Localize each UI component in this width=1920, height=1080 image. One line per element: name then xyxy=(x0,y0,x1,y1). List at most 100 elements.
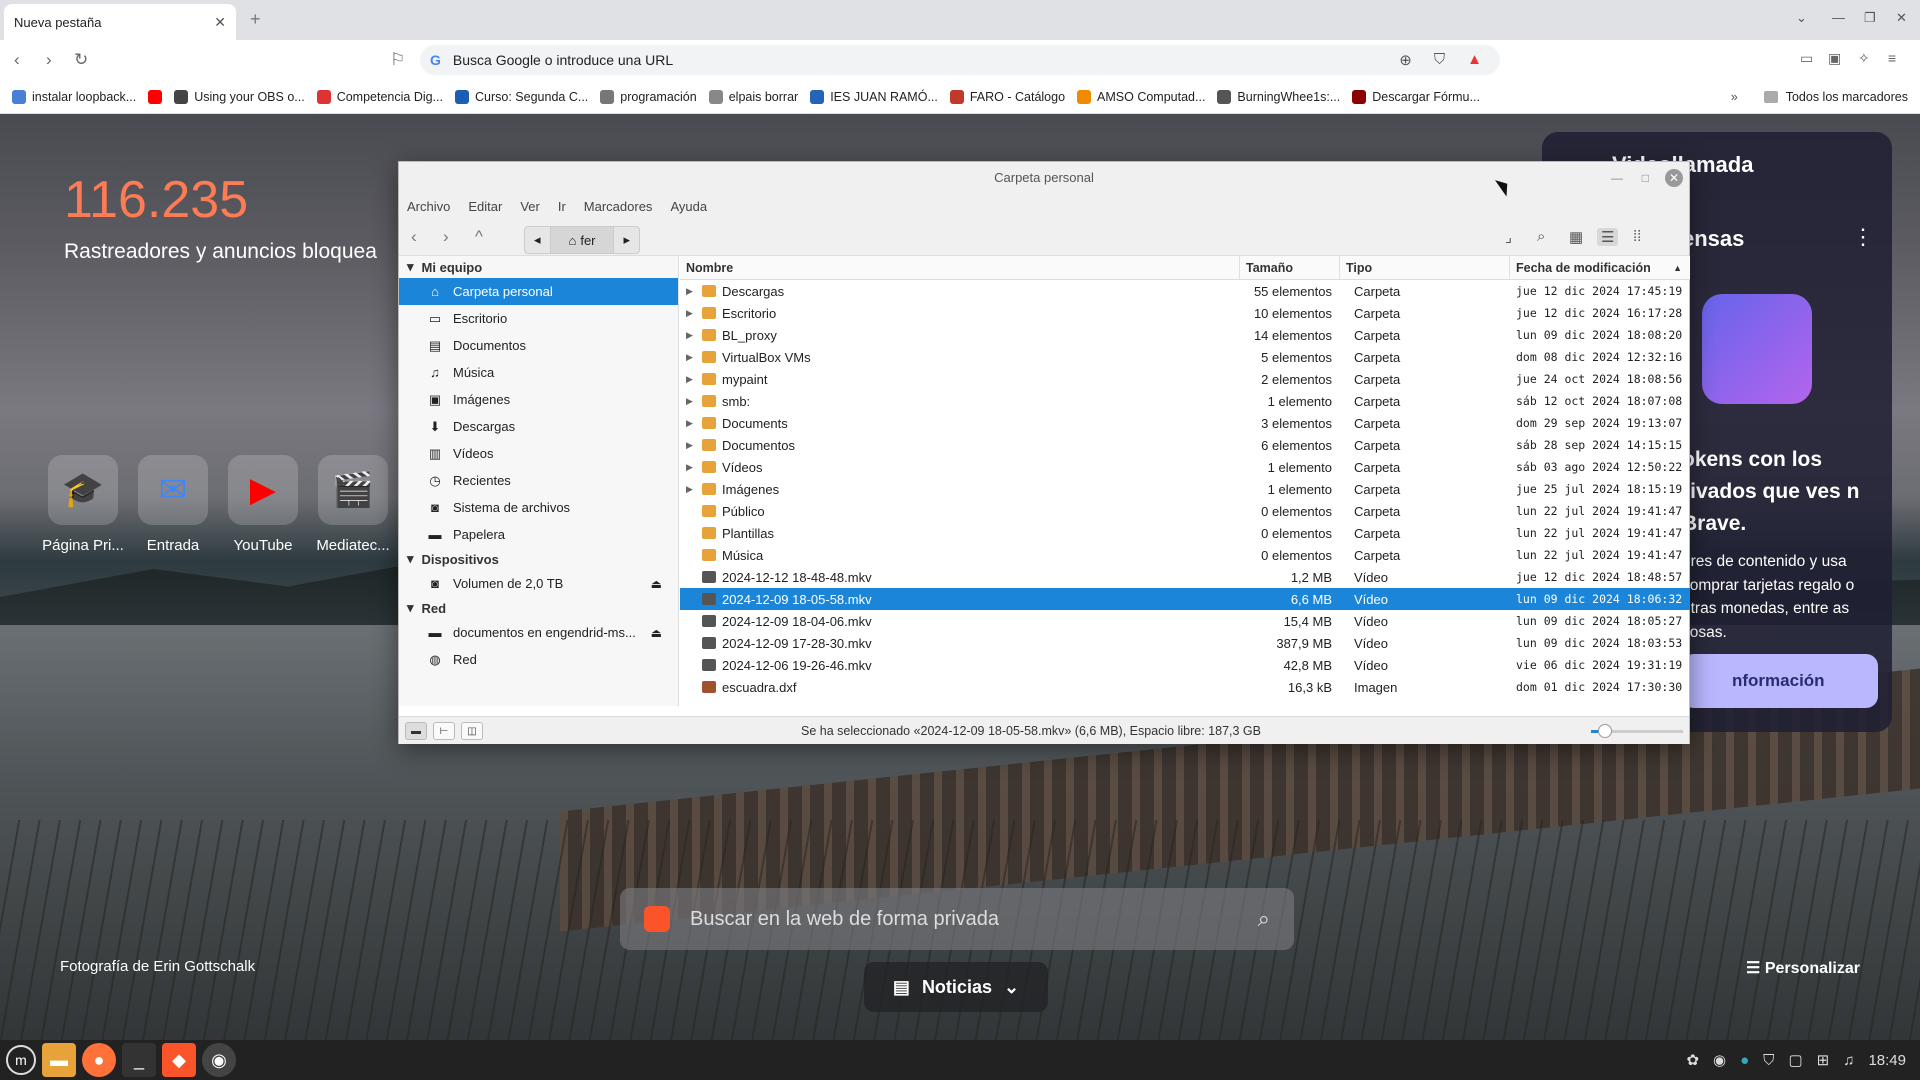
table-row[interactable]: 2024-12-09 18-05-58.mkv 6,6 MB Vídeo lun 09… xyxy=(680,588,1690,610)
tab-new-tab[interactable]: Nueva pestaña ✕ xyxy=(4,4,236,40)
sidebar-item[interactable]: ▤ Documentos xyxy=(399,332,678,359)
bookmark-item[interactable]: elpais borrar xyxy=(708,89,798,104)
clock[interactable]: 18:49 xyxy=(1868,1052,1906,1069)
fm-maximize-icon[interactable]: □ xyxy=(1642,162,1649,194)
more-options-icon[interactable]: ⋮ xyxy=(1852,224,1874,250)
expand-arrow-icon[interactable]: ▶ xyxy=(686,418,696,429)
top-site-tile[interactable]: 🎓 Página Pri... xyxy=(42,455,124,554)
table-row[interactable]: ▶ Vídeos 1 elemento Carpeta sáb 03 ago 2024 … xyxy=(680,456,1690,478)
sidebar-item[interactable]: ◷ Recientes xyxy=(399,467,678,494)
expand-arrow-icon[interactable]: ▶ xyxy=(686,462,696,473)
table-row[interactable]: ▶ Documentos 6 elementos Carpeta sáb 28 sep … xyxy=(680,434,1690,456)
sidebar-item[interactable]: ⬇ Descargas xyxy=(399,413,678,440)
tray-network-icon[interactable]: ⊞ xyxy=(1817,1051,1830,1069)
top-site-tile[interactable]: 🎬 Mediatec... xyxy=(316,455,390,554)
fm-menu-item[interactable]: Ayuda xyxy=(670,199,707,214)
path-home-button[interactable]: ⌂ fer xyxy=(549,227,615,253)
tray-volume-icon[interactable]: ♫ xyxy=(1843,1052,1854,1069)
bookmark-item[interactable]: Curso: Segunda C... xyxy=(455,89,588,104)
expand-arrow-icon[interactable]: ▶ xyxy=(686,396,696,407)
bookmark-item[interactable]: BurningWhee1s:... xyxy=(1217,89,1340,104)
bookmark-icon[interactable]: ⚐ xyxy=(390,50,405,70)
expand-arrow-icon[interactable]: ▶ xyxy=(686,374,696,385)
bookmark-item[interactable]: IES JUAN RAMÓ... xyxy=(810,89,938,104)
photo-credit[interactable]: Fotografía de Erin Gottschalk xyxy=(60,958,255,975)
url-bar[interactable]: G Busca Google o introduce una URL ⊕ ⛉ ▲ xyxy=(420,45,1500,75)
bookmark-item[interactable]: FARO - Catálogo xyxy=(949,89,1065,104)
fm-menu-item[interactable]: Ir xyxy=(558,199,566,214)
table-row[interactable]: 2024-12-06 19-26-46.mkv 42,8 MB Vídeo vie 0… xyxy=(680,654,1690,676)
start-menu-icon[interactable]: m xyxy=(6,1045,36,1075)
sidebar-item[interactable]: ⌂ Carpeta personal xyxy=(399,278,678,305)
table-row[interactable]: 2024-12-09 17-28-30.mkv 387,9 MB Vídeo lun … xyxy=(680,632,1690,654)
table-row[interactable]: ▶ smb: 1 elemento Carpeta sáb 12 oct 2024 18… xyxy=(680,390,1690,412)
all-bookmarks[interactable]: » Todos los marcadores xyxy=(1731,90,1908,104)
col-type[interactable]: Tipo xyxy=(1340,256,1510,279)
fm-back-icon[interactable]: ‹ xyxy=(411,227,417,247)
fm-menu-item[interactable]: Editar xyxy=(468,199,502,214)
table-row[interactable]: 2024-12-09 18-04-06.mkv 15,4 MB Vídeo lun 0… xyxy=(680,610,1690,632)
expand-arrow-icon[interactable]: ▶ xyxy=(686,330,696,341)
fm-menu-item[interactable]: Archivo xyxy=(407,199,450,214)
top-site-tile[interactable]: ✉ Entrada xyxy=(138,455,208,554)
table-row[interactable]: ▶ VirtualBox VMs 5 elementos Carpeta dom 08 … xyxy=(680,346,1690,368)
list-view-icon[interactable]: ☰ xyxy=(1597,228,1619,246)
toggle-location-icon[interactable]: ⌟ xyxy=(1505,228,1512,246)
tray-obs-icon[interactable]: ◉ xyxy=(1713,1051,1726,1069)
show-places-icon[interactable]: ▬ xyxy=(405,722,427,740)
sidebar-item[interactable]: ▥ Vídeos xyxy=(399,440,678,467)
table-row[interactable]: ▶ Escritorio 10 elementos Carpeta jue 12 dic… xyxy=(680,302,1690,324)
fm-search-icon[interactable]: ⌕ xyxy=(1537,228,1545,245)
table-row[interactable]: Música 0 elementos Carpeta lun 22 jul 2024 … xyxy=(680,544,1690,566)
zoom-icon[interactable]: ⊕ xyxy=(1399,51,1412,69)
sidebar-item[interactable]: ▣ Imágenes xyxy=(399,386,678,413)
table-row[interactable]: ▶ Descargas 55 elementos Carpeta jue 12 dic … xyxy=(680,280,1690,302)
more-bookmarks-chevron-icon[interactable]: » xyxy=(1731,90,1738,104)
table-row[interactable]: escuadra.dxf 16,3 kB Imagen dom 01 dic 2024… xyxy=(680,676,1690,698)
sidebar-icon[interactable]: ▭ xyxy=(1800,50,1813,67)
bookmark-item[interactable] xyxy=(148,89,163,104)
bookmark-item[interactable]: AMSO Computad... xyxy=(1077,89,1205,104)
tray-app3-icon[interactable]: ● xyxy=(1740,1052,1749,1069)
table-row[interactable]: Plantillas 0 elementos Carpeta lun 22 jul 2… xyxy=(680,522,1690,544)
tab-close-icon[interactable]: ✕ xyxy=(214,14,226,31)
tray-clipboard-icon[interactable]: ▢ xyxy=(1788,1051,1802,1069)
table-row[interactable]: Público 0 elementos Carpeta lun 22 jul 2024… xyxy=(680,500,1690,522)
table-row[interactable]: ▶ Imágenes 1 elemento Carpeta jue 25 jul 202… xyxy=(680,478,1690,500)
search-icon[interactable]: ⌕ xyxy=(1258,906,1270,932)
menu-icon[interactable]: ≡ xyxy=(1888,50,1896,66)
sidebar-item[interactable]: ◙ Sistema de archivos xyxy=(399,494,678,521)
brave-taskbar-icon[interactable]: ◆ xyxy=(162,1043,196,1077)
bookmark-item[interactable]: Using your OBS o... xyxy=(174,89,305,104)
zoom-knob[interactable] xyxy=(1597,724,1612,738)
sidebar-item[interactable]: ◙ Volumen de 2,0 TB ⏏ xyxy=(399,570,678,597)
minimize-icon[interactable]: — xyxy=(1832,10,1845,25)
bookmark-item[interactable]: programación xyxy=(600,89,697,104)
zoom-slider[interactable] xyxy=(1591,724,1683,738)
fm-titlebar[interactable]: Carpeta personal — □ ✕ xyxy=(399,162,1689,194)
sidebar-item[interactable]: ◍ Red xyxy=(399,646,678,673)
col-size[interactable]: Tamaño xyxy=(1240,256,1340,279)
new-tab-plus-icon[interactable]: + xyxy=(250,9,261,30)
expand-arrow-icon[interactable]: ▶ xyxy=(686,308,696,319)
path-right-icon[interactable]: ▸ xyxy=(614,227,639,253)
brave-shields-icon[interactable]: ⛉ xyxy=(1434,51,1445,69)
table-row[interactable]: 2024-12-12 18-48-48.mkv 1,2 MB Vídeo jue 12… xyxy=(680,566,1690,588)
sidebar-item[interactable]: ▬ Papelera xyxy=(399,521,678,548)
table-row[interactable]: ▶ BL_proxy 14 elementos Carpeta lun 09 dic 2… xyxy=(680,324,1690,346)
firefox-taskbar-icon[interactable]: ● xyxy=(82,1043,116,1077)
terminal-taskbar-icon[interactable]: _ xyxy=(122,1043,156,1077)
col-name[interactable]: Nombre xyxy=(680,256,1240,279)
fm-minimize-icon[interactable]: — xyxy=(1611,162,1623,194)
tray-shield-icon[interactable]: ⛉ xyxy=(1763,1052,1774,1069)
bookmark-item[interactable]: instalar loopback... xyxy=(12,89,136,104)
maximize-icon[interactable]: ❐ xyxy=(1864,10,1876,26)
col-date[interactable]: Fecha de modificación ▲ xyxy=(1510,256,1690,279)
top-site-tile[interactable]: ▶ YouTube xyxy=(228,455,298,554)
tab-search-chevron-icon[interactable]: ⌄ xyxy=(1796,10,1807,26)
eject-icon[interactable]: ⏏ xyxy=(651,577,662,591)
sidebar-item[interactable]: ▬ documentos en engendrid-ms... ⏏ xyxy=(399,619,678,646)
sidebar-section-header[interactable]: ▾ Dispositivos xyxy=(399,548,678,570)
sidebar-section-header[interactable]: ▾ Mi equipo xyxy=(399,256,678,278)
sidebar-item[interactable]: ▭ Escritorio xyxy=(399,305,678,332)
